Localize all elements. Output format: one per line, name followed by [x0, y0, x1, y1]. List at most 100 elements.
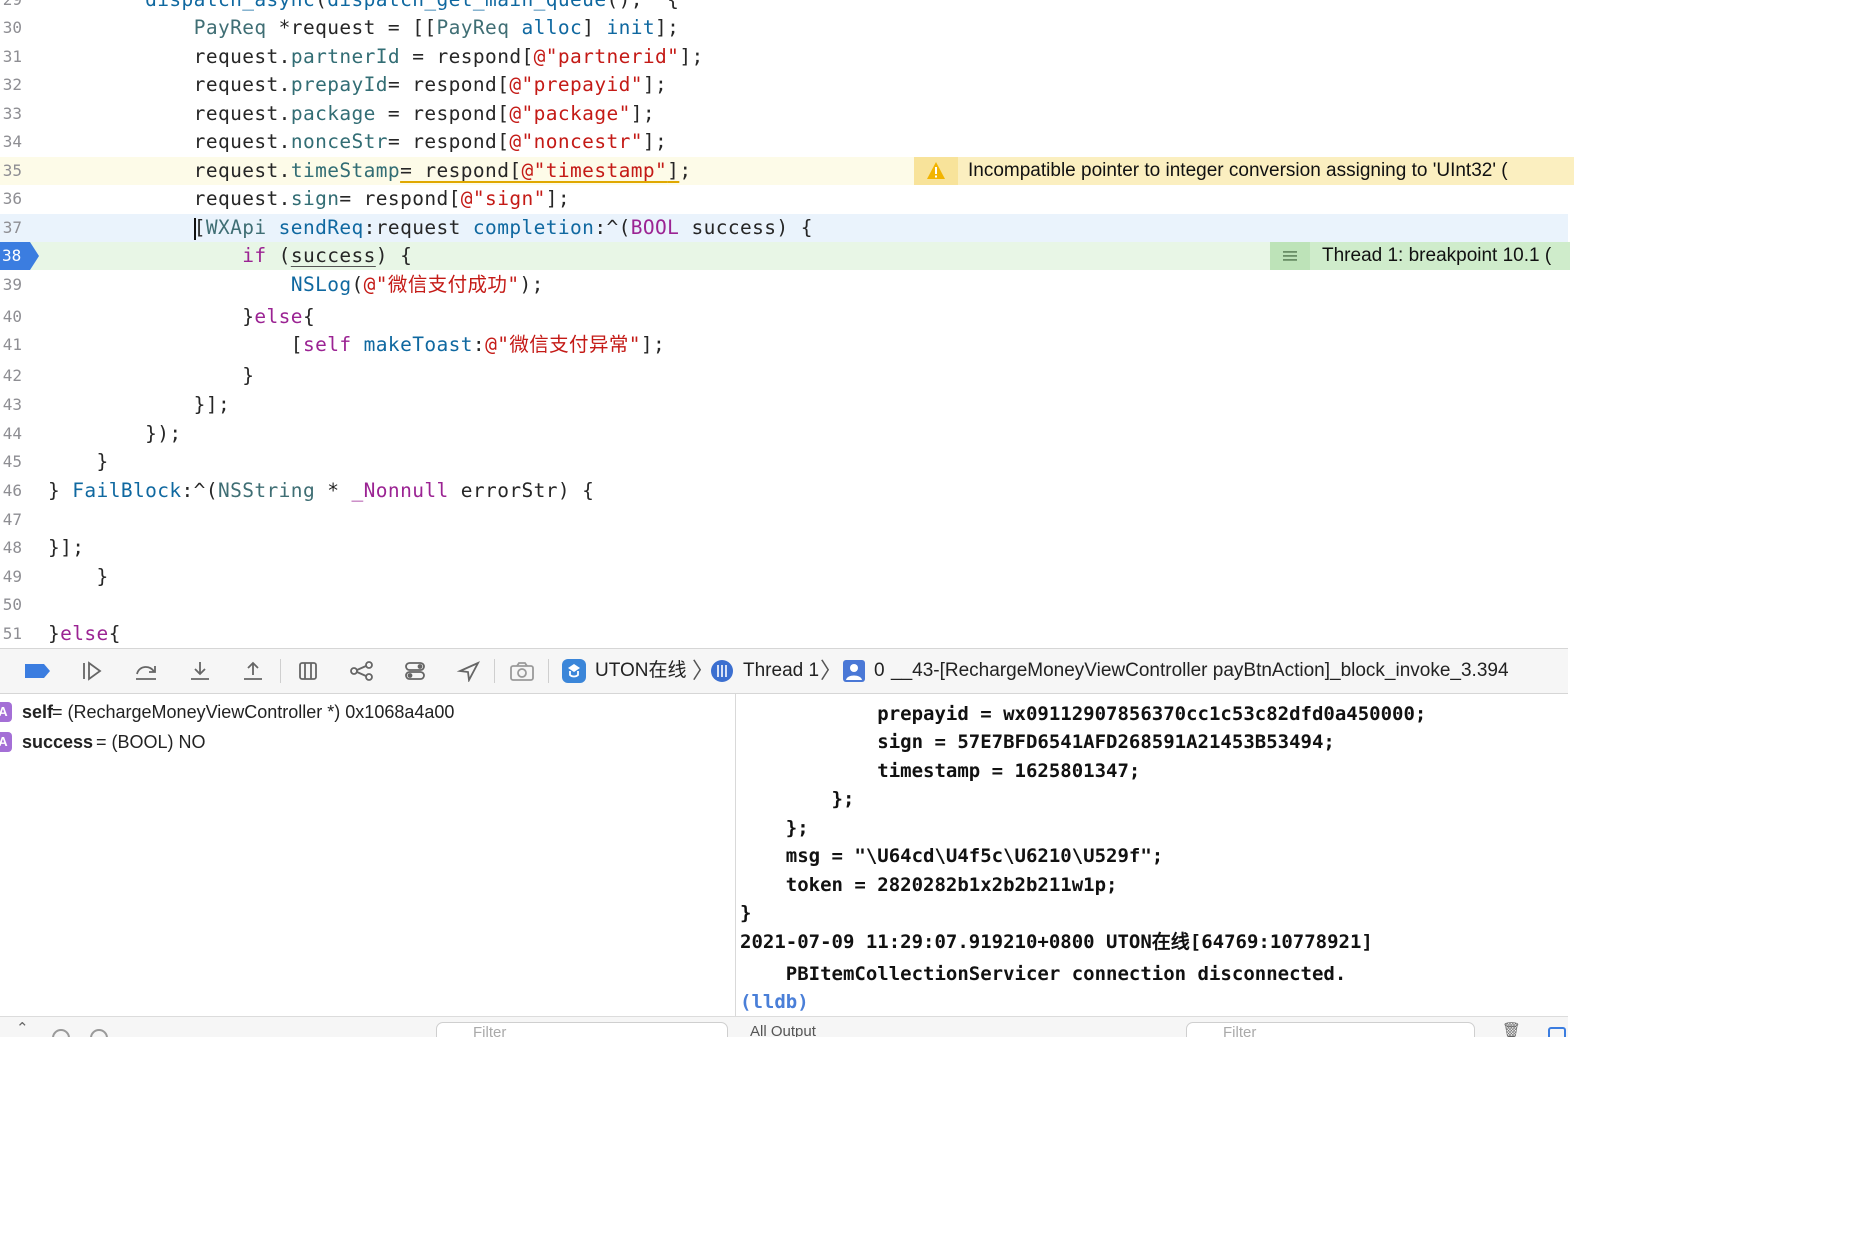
step-over-icon[interactable]	[128, 649, 164, 693]
environment-overrides-icon[interactable]	[397, 649, 433, 693]
output-selector[interactable]: All Output	[750, 1023, 816, 1037]
code-line[interactable]: 39 NSLog(@"微信支付成功");	[0, 271, 1568, 299]
code-token: nonceStr	[290, 130, 388, 153]
breakpoint-message: Thread 1: breakpoint 10.1 (	[1322, 245, 1552, 266]
code-line[interactable]: 46 } FailBlock:^(NSString * _Nonnull erro…	[0, 477, 1568, 505]
line-number[interactable]: 47	[0, 506, 22, 534]
breadcrumb-target[interactable]: UTON在线	[595, 649, 686, 693]
line-number[interactable]: 49	[0, 563, 22, 591]
code-line[interactable]: 47	[0, 506, 1568, 534]
variable-row[interactable]: A self = (RechargeMoneyViewController *)…	[0, 697, 735, 727]
code-line[interactable]: 40 }else{	[0, 303, 1568, 331]
breadcrumb-frame[interactable]: __43-[RechargeMoneyViewController payBtn…	[891, 649, 1509, 693]
code-line[interactable]: 48}];	[0, 534, 1568, 562]
code-line[interactable]: 43 }];	[0, 391, 1568, 419]
code-token: success	[290, 244, 376, 267]
code-text: request.partnerId = respond[@"partnerid"…	[48, 43, 704, 71]
console-filter-field[interactable]: Filter	[1186, 1022, 1475, 1037]
memory-graph-icon[interactable]	[344, 649, 380, 693]
code-line[interactable]: 36 request.sign= respond[@"sign"];	[0, 185, 1568, 213]
code-line[interactable]: 50	[0, 591, 1568, 619]
variables-filter-field[interactable]: Filter	[436, 1022, 728, 1037]
line-number[interactable]: 40	[0, 303, 22, 331]
line-number[interactable]: 41	[0, 331, 22, 359]
code-token: NSString	[217, 479, 316, 502]
code-line[interactable]: 44 });	[0, 420, 1568, 448]
line-number[interactable]: 48	[0, 534, 22, 562]
line-number[interactable]: 33	[0, 100, 22, 128]
code-line[interactable]: 51 }else{	[0, 620, 1568, 648]
line-number[interactable]: 39	[0, 271, 22, 299]
code-line[interactable]: 42 }	[0, 362, 1568, 390]
code-text: request.prepayId= respond[@"prepayid"];	[48, 71, 667, 99]
code-line[interactable]: 37 [WXApi sendReq:request completion:^(B…	[0, 214, 1568, 242]
breakpoint-indicator[interactable]: 38	[0, 242, 40, 270]
variable-value: = (RechargeMoneyViewController *) 0x1068…	[52, 702, 455, 722]
step-into-icon[interactable]	[182, 649, 218, 693]
code-token: (), ^{	[606, 0, 679, 11]
breadcrumb-frame-number: 0	[874, 660, 885, 681]
code-line[interactable]: 49 }	[0, 563, 1568, 591]
simulate-location-icon[interactable]	[451, 649, 487, 693]
code-token: ;	[679, 159, 692, 182]
breadcrumb-thread[interactable]: Thread 1	[743, 649, 819, 693]
filter-toggle-icon[interactable]	[52, 1029, 70, 1037]
variable-row[interactable]: A success = (BOOL) NO	[0, 727, 735, 757]
continue-icon[interactable]	[74, 649, 110, 693]
console-filter-placeholder: Filter	[1223, 1024, 1257, 1037]
line-number[interactable]: 37	[0, 214, 22, 242]
code-line[interactable]: 41 [self makeToast:@"微信支付异常"];	[0, 331, 1568, 359]
line-number[interactable]: 50	[0, 591, 22, 619]
source-editor[interactable]: 29 dispatch_async(dispatch_get_main_queu…	[0, 0, 1568, 648]
code-line[interactable]: 34 request.nonceStr= respond[@"noncestr"…	[0, 128, 1568, 156]
line-number[interactable]: 42	[0, 362, 22, 390]
line-number[interactable]: 36	[0, 185, 22, 213]
line-number[interactable]: 34	[0, 128, 22, 156]
code-token: else	[60, 622, 109, 645]
variable-name: self	[22, 702, 54, 722]
code-token: errorStr) {	[448, 479, 595, 502]
code-line[interactable]: 32 request.prepayId= respond[@"prepayid"…	[0, 71, 1568, 99]
code-token: ];	[545, 187, 571, 210]
line-number[interactable]: 32	[0, 71, 22, 99]
camera-icon[interactable]	[504, 649, 540, 693]
breakpoints-toggle-icon[interactable]	[20, 649, 56, 693]
lldb-prompt[interactable]: (lldb)	[740, 988, 809, 1016]
line-number[interactable]: 46	[0, 477, 22, 505]
disclosure-icon[interactable]: ⌃	[16, 1019, 29, 1037]
console-output[interactable]: prepayid = wx09112907856370cc1c53c82dfd0…	[736, 694, 1568, 1016]
trash-icon[interactable]: 🗑	[1502, 1021, 1521, 1037]
code-text: }else{	[48, 620, 121, 648]
code-token: dispatch_async	[145, 0, 315, 11]
layout-toggle-icon[interactable]	[1548, 1027, 1566, 1037]
line-number[interactable]: 29	[0, 0, 22, 14]
code-token: sign	[290, 187, 340, 210]
code-token: [	[193, 216, 206, 239]
line-number[interactable]: 30	[0, 14, 22, 42]
step-out-icon[interactable]	[235, 649, 271, 693]
code-token: prepayId	[290, 73, 388, 96]
line-number[interactable]: 43	[0, 391, 22, 419]
breakpoint-annotation[interactable]: Thread 1: breakpoint 10.1 (	[1270, 242, 1570, 270]
line-number[interactable]: 51	[0, 620, 22, 648]
code-line[interactable]: 30 PayReq *request = [[PayReq alloc] ini…	[0, 14, 1568, 42]
code-token: {	[302, 305, 316, 328]
code-line[interactable]: 45 }	[0, 448, 1568, 476]
view-hierarchy-icon[interactable]	[290, 649, 326, 693]
code-text: } FailBlock:^(NSString * _Nonnull errorS…	[48, 477, 594, 505]
code-text: });	[48, 420, 182, 448]
code-line[interactable]: 31 request.partnerId = respond[@"partner…	[0, 43, 1568, 71]
line-number[interactable]: 35	[0, 157, 22, 185]
line-number[interactable]: 31	[0, 43, 22, 71]
code-token: ];	[642, 73, 668, 96]
code-token: :^(	[594, 216, 631, 239]
info-icon[interactable]	[90, 1029, 108, 1037]
warning-annotation[interactable]: Incompatible pointer to integer conversi…	[914, 157, 1574, 185]
code-line[interactable]: 29 dispatch_async(dispatch_get_main_queu…	[0, 0, 1568, 14]
line-number[interactable]: 44	[0, 420, 22, 448]
console-line: sign = 57E7BFD6541AFD268591A21453B53494;	[740, 731, 1335, 753]
line-number[interactable]: 45	[0, 448, 22, 476]
code-line[interactable]: 33 request.package = respond[@"package"]…	[0, 100, 1568, 128]
code-token: request.	[48, 159, 291, 182]
